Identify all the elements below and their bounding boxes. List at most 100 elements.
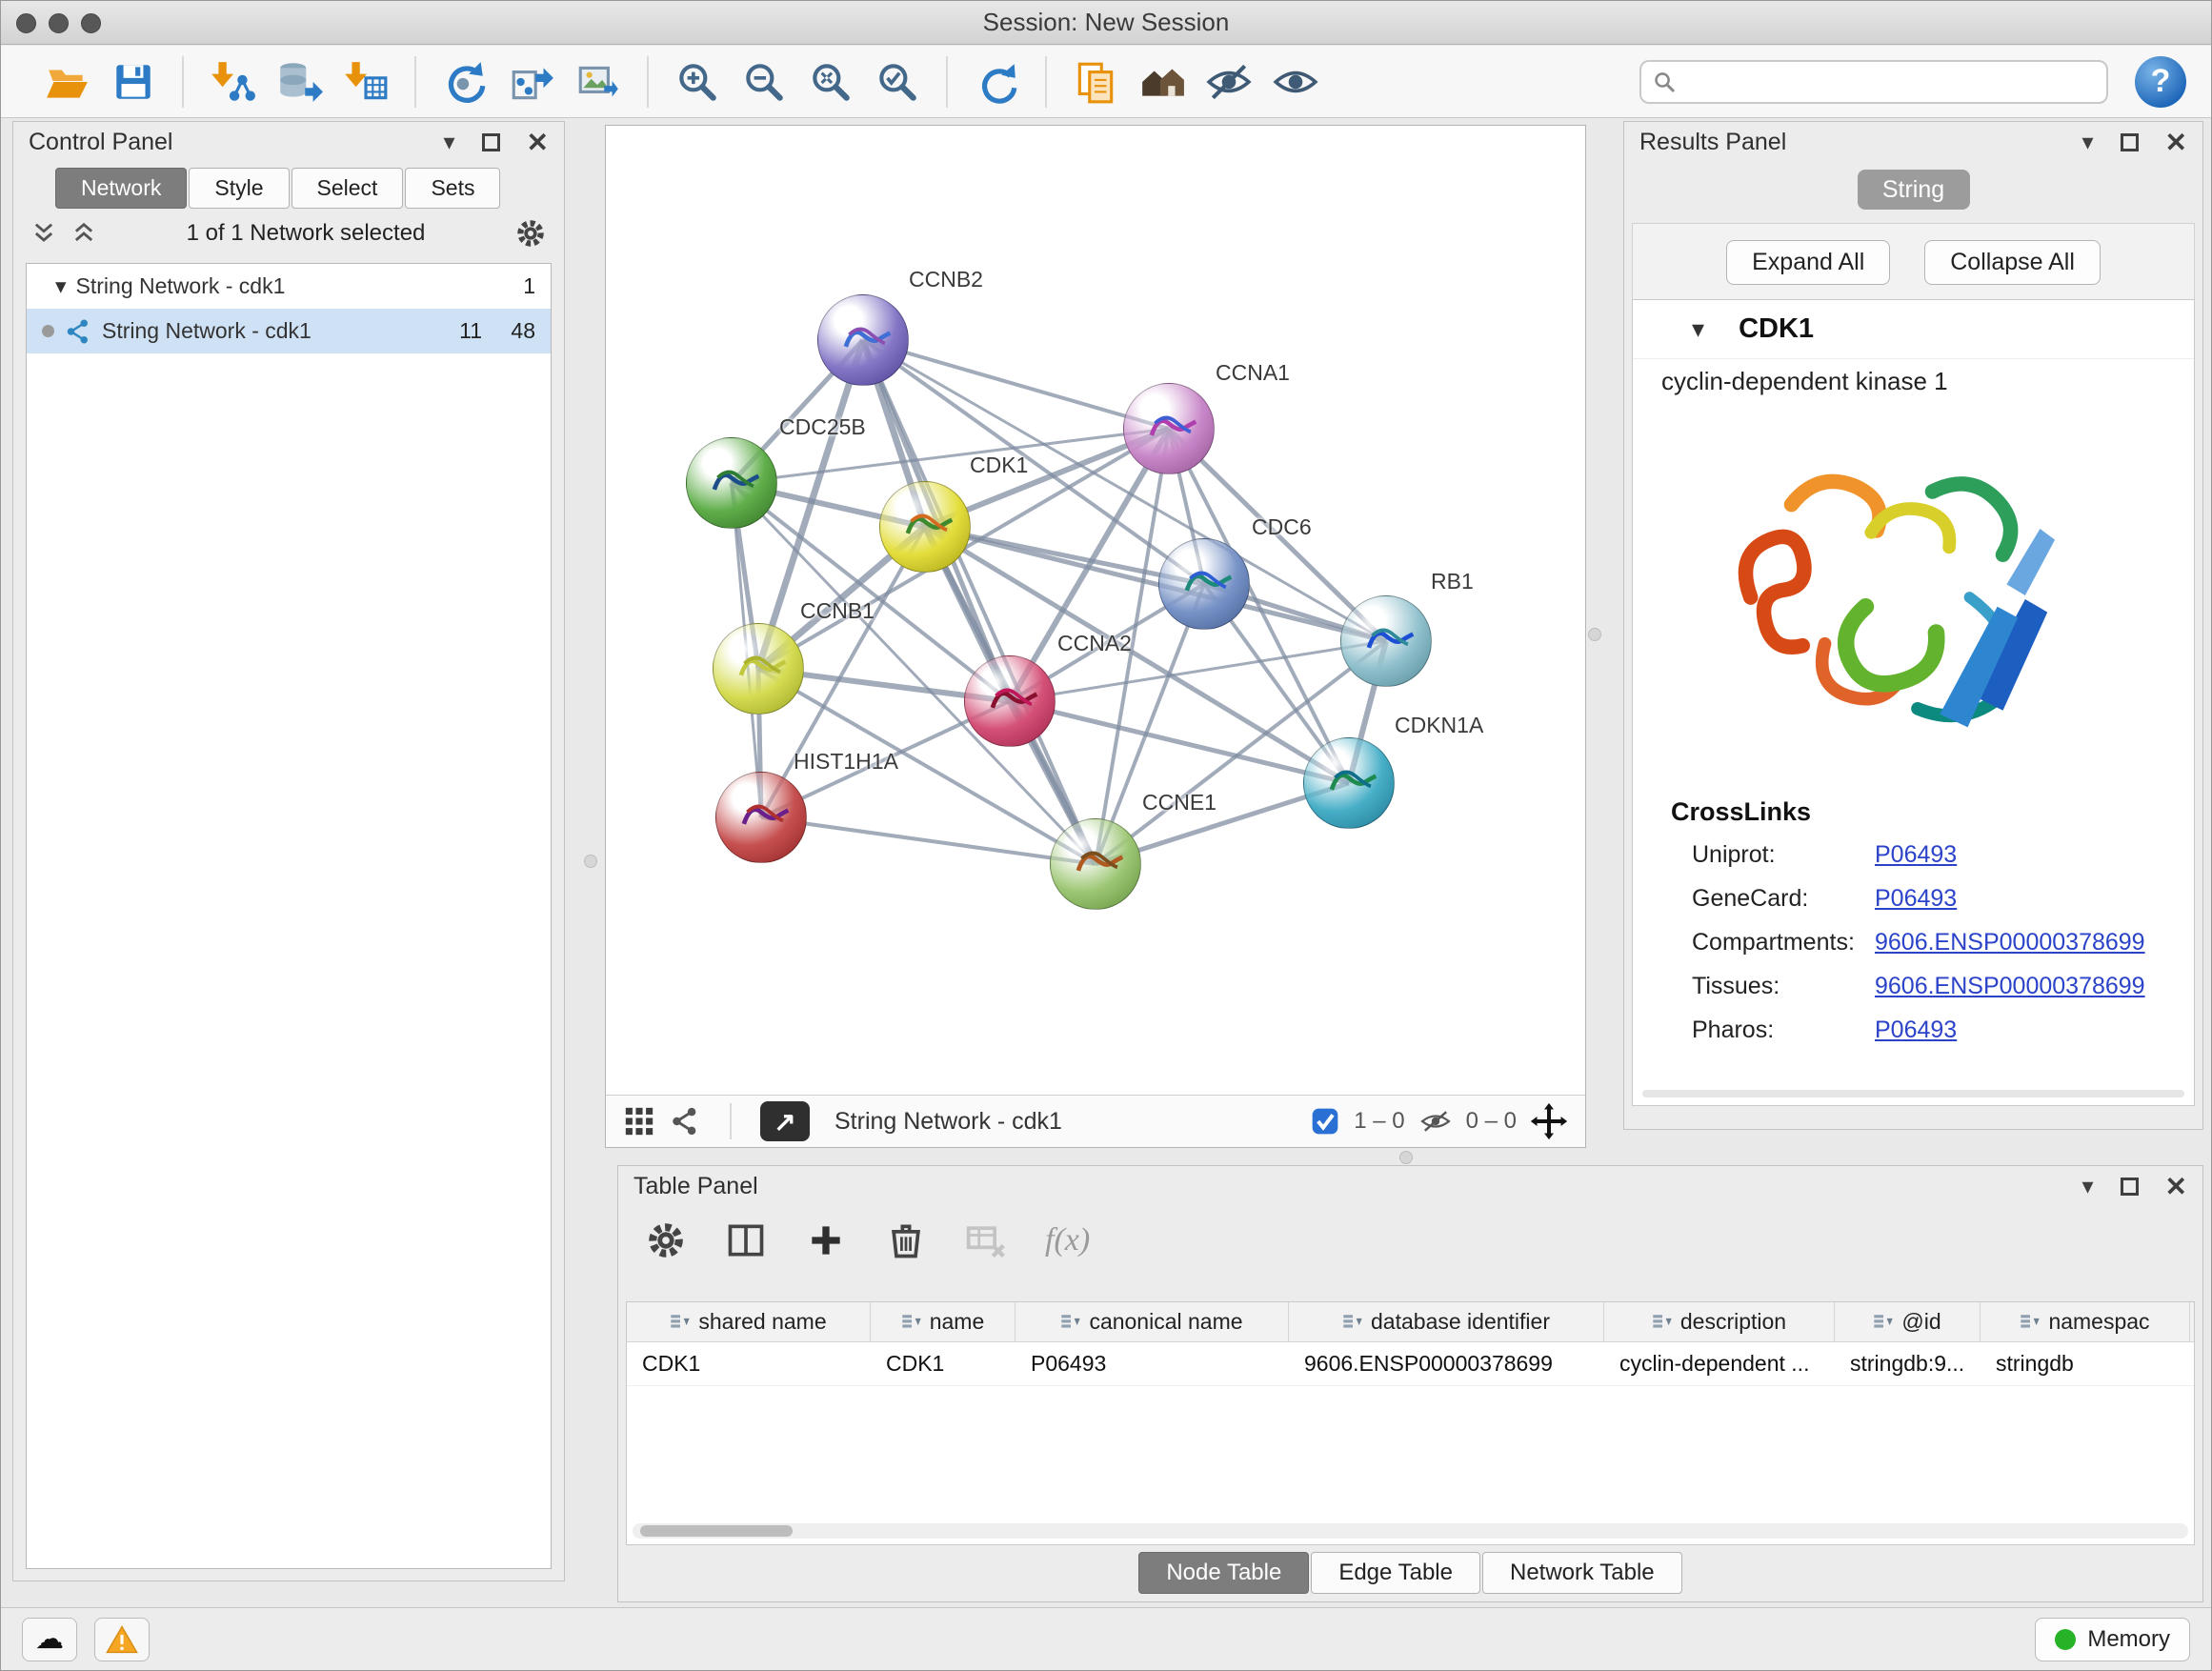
scrollbar-thumb[interactable]	[640, 1525, 793, 1537]
search-input[interactable]	[1683, 68, 2095, 96]
show-all-eye-icon[interactable]	[1268, 54, 1323, 110]
zoom-fit-icon[interactable]	[803, 54, 858, 110]
panel-menu-icon[interactable]: ▾	[2081, 129, 2093, 156]
column-header--id[interactable]: @id	[1835, 1302, 1981, 1341]
open-session-icon[interactable]	[39, 54, 94, 110]
first-neighbors-icon[interactable]	[437, 54, 493, 110]
tab-select[interactable]: Select	[292, 168, 404, 209]
delete-column-trash-icon[interactable]	[885, 1219, 927, 1261]
table-cell[interactable]: cyclin-dependent ...	[1604, 1342, 1835, 1385]
table-cell[interactable]: stringdb:9...	[1835, 1342, 1981, 1385]
string-tab-badge[interactable]: String	[1858, 170, 1970, 210]
results-scrollbar[interactable]	[1642, 1090, 2184, 1097]
network-node-hist1h1a[interactable]	[715, 772, 807, 863]
network-node-ccna1[interactable]	[1123, 383, 1215, 474]
splitter-handle[interactable]	[1399, 1151, 1413, 1164]
collapse-all-button[interactable]: Collapse All	[1924, 240, 2101, 285]
detach-view-button[interactable]: ↗	[760, 1101, 810, 1141]
network-node-ccnb2[interactable]	[817, 294, 909, 386]
pan-move-icon[interactable]	[1530, 1102, 1568, 1140]
home-layout-icon[interactable]	[1135, 54, 1190, 110]
expand-all-icon[interactable]	[70, 220, 97, 247]
import-network-from-database-icon[interactable]	[271, 54, 327, 110]
network-row[interactable]: String Network - cdk1 11 48	[27, 309, 551, 353]
tab-node-table[interactable]: Node Table	[1138, 1552, 1309, 1594]
column-header-namespac[interactable]: namespac	[1981, 1302, 2190, 1341]
network-graph-icon[interactable]	[669, 1105, 701, 1137]
network-node-cdk1[interactable]	[879, 481, 971, 573]
table-cell[interactable]: CDK1	[627, 1342, 871, 1385]
window-minimize-button[interactable]	[49, 13, 69, 33]
tab-sets[interactable]: Sets	[405, 168, 500, 209]
expand-all-button[interactable]: Expand All	[1726, 240, 1890, 285]
new-network-from-selection-icon[interactable]	[504, 54, 559, 110]
search-field[interactable]	[1639, 60, 2108, 104]
window-zoom-button[interactable]	[81, 13, 101, 33]
refresh-view-icon[interactable]	[969, 54, 1024, 110]
tab-style[interactable]: Style	[189, 168, 289, 209]
crosslink-value-link[interactable]: P06493	[1875, 1017, 1957, 1044]
disclosure-triangle-icon[interactable]: ▾	[1692, 314, 1704, 344]
network-node-cdkn1a[interactable]	[1303, 737, 1395, 829]
column-header-canonical-name[interactable]: canonical name	[1016, 1302, 1289, 1341]
birds-eye-view-icon[interactable]	[623, 1105, 655, 1137]
column-header-shared-name[interactable]: shared name	[627, 1302, 871, 1341]
memory-button[interactable]: Memory	[2035, 1618, 2190, 1661]
hide-selected-eye-slash-icon[interactable]	[1201, 54, 1257, 110]
network-node-rb1[interactable]	[1340, 595, 1432, 687]
network-canvas[interactable]: CCNB2CCNA1CDC25BCDK1CDC6RB1CCNB1CCNA2CDK…	[606, 126, 1585, 1096]
copy-network-icon[interactable]	[1068, 54, 1123, 110]
crosslink-value-link[interactable]: 9606.ENSP00000378699	[1875, 929, 2145, 956]
network-node-cdc25b[interactable]	[686, 437, 777, 529]
network-node-cdc6[interactable]	[1158, 538, 1250, 630]
table-settings-gear-icon[interactable]	[645, 1219, 687, 1261]
splitter-handle[interactable]	[1588, 628, 1601, 641]
network-node-ccna2[interactable]	[964, 655, 1056, 747]
warnings-button[interactable]	[94, 1618, 150, 1661]
help-button[interactable]: ?	[2135, 56, 2186, 108]
network-collection-row[interactable]: ▾ String Network - cdk1 1	[27, 264, 551, 309]
panel-close-icon[interactable]: ✕	[527, 127, 549, 158]
panel-close-icon[interactable]: ✕	[2165, 127, 2187, 158]
zoom-selected-icon[interactable]	[870, 54, 925, 110]
panel-float-icon[interactable]	[2121, 133, 2139, 151]
crosslink-value-link[interactable]: 9606.ENSP00000378699	[1875, 973, 2145, 1000]
column-header-database-identifier[interactable]: database identifier	[1289, 1302, 1604, 1341]
protein-section-header[interactable]: ▾ CDK1	[1633, 300, 2194, 359]
table-horizontal-scrollbar[interactable]	[633, 1523, 2188, 1539]
network-options-gear-icon[interactable]	[514, 217, 547, 250]
import-table-from-file-icon[interactable]	[338, 54, 393, 110]
crosslink-value-link[interactable]: P06493	[1875, 885, 1957, 913]
table-cell[interactable]: stringdb	[1981, 1342, 2190, 1385]
disclosure-triangle-icon[interactable]: ▾	[55, 273, 67, 299]
table-cell[interactable]: P06493	[1016, 1342, 1289, 1385]
network-node-ccnb1[interactable]	[713, 623, 804, 715]
network-node-ccne1[interactable]	[1050, 818, 1141, 910]
collapse-all-icon[interactable]	[30, 220, 57, 247]
selected-checkbox-icon[interactable]	[1310, 1106, 1340, 1137]
tab-network-table[interactable]: Network Table	[1482, 1552, 1682, 1594]
panel-menu-icon[interactable]: ▾	[443, 129, 454, 156]
panel-float-icon[interactable]	[482, 133, 500, 151]
column-header-name[interactable]: name	[871, 1302, 1016, 1341]
tab-network[interactable]: Network	[55, 168, 187, 209]
panel-float-icon[interactable]	[2121, 1178, 2139, 1196]
table-cell[interactable]: 9606.ENSP00000378699	[1289, 1342, 1604, 1385]
import-network-from-file-icon[interactable]	[205, 54, 260, 110]
save-session-icon[interactable]	[106, 54, 161, 110]
show-columns-icon[interactable]	[725, 1219, 767, 1261]
zoom-out-icon[interactable]	[736, 54, 792, 110]
splitter-handle[interactable]	[584, 855, 597, 868]
cloud-status-button[interactable]: ☁	[22, 1618, 77, 1661]
panel-menu-icon[interactable]: ▾	[2081, 1173, 2093, 1200]
create-column-plus-icon[interactable]	[805, 1219, 847, 1261]
export-image-icon[interactable]	[571, 54, 626, 110]
window-close-button[interactable]	[16, 13, 36, 33]
table-row[interactable]: CDK1CDK1P064939606.ENSP00000378699cyclin…	[627, 1342, 2194, 1386]
tab-edge-table[interactable]: Edge Table	[1311, 1552, 1480, 1594]
column-header-description[interactable]: description	[1604, 1302, 1835, 1341]
panel-close-icon[interactable]: ✕	[2165, 1171, 2187, 1202]
crosslink-value-link[interactable]: P06493	[1875, 841, 1957, 869]
zoom-in-icon[interactable]	[670, 54, 725, 110]
table-cell[interactable]: CDK1	[871, 1342, 1016, 1385]
